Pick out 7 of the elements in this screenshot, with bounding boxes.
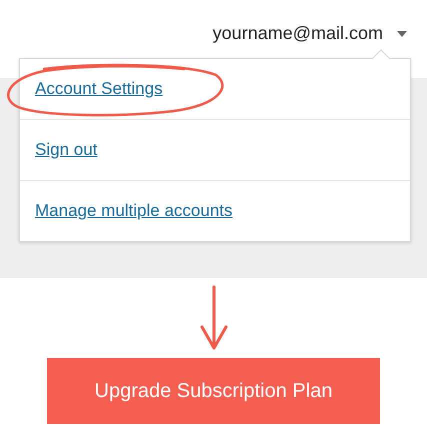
caret-icon[interactable] [397,31,407,37]
menu-link[interactable]: Account Settings [35,79,163,99]
menu-link[interactable]: Manage multiple accounts [35,201,233,221]
down-arrow [198,285,228,351]
menu-link[interactable]: Sign out [35,140,98,160]
upgrade-button[interactable]: Upgrade Subscription Plan [47,358,380,424]
account-email[interactable]: yourname@mail.com [212,22,383,44]
